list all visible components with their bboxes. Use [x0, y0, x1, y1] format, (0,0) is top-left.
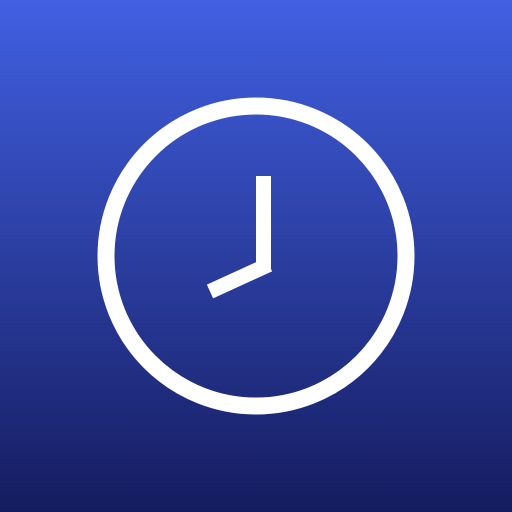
- clock-icon: [0, 0, 512, 512]
- app-icon[interactable]: [0, 0, 512, 512]
- clock-hands-joint: [256, 259, 271, 275]
